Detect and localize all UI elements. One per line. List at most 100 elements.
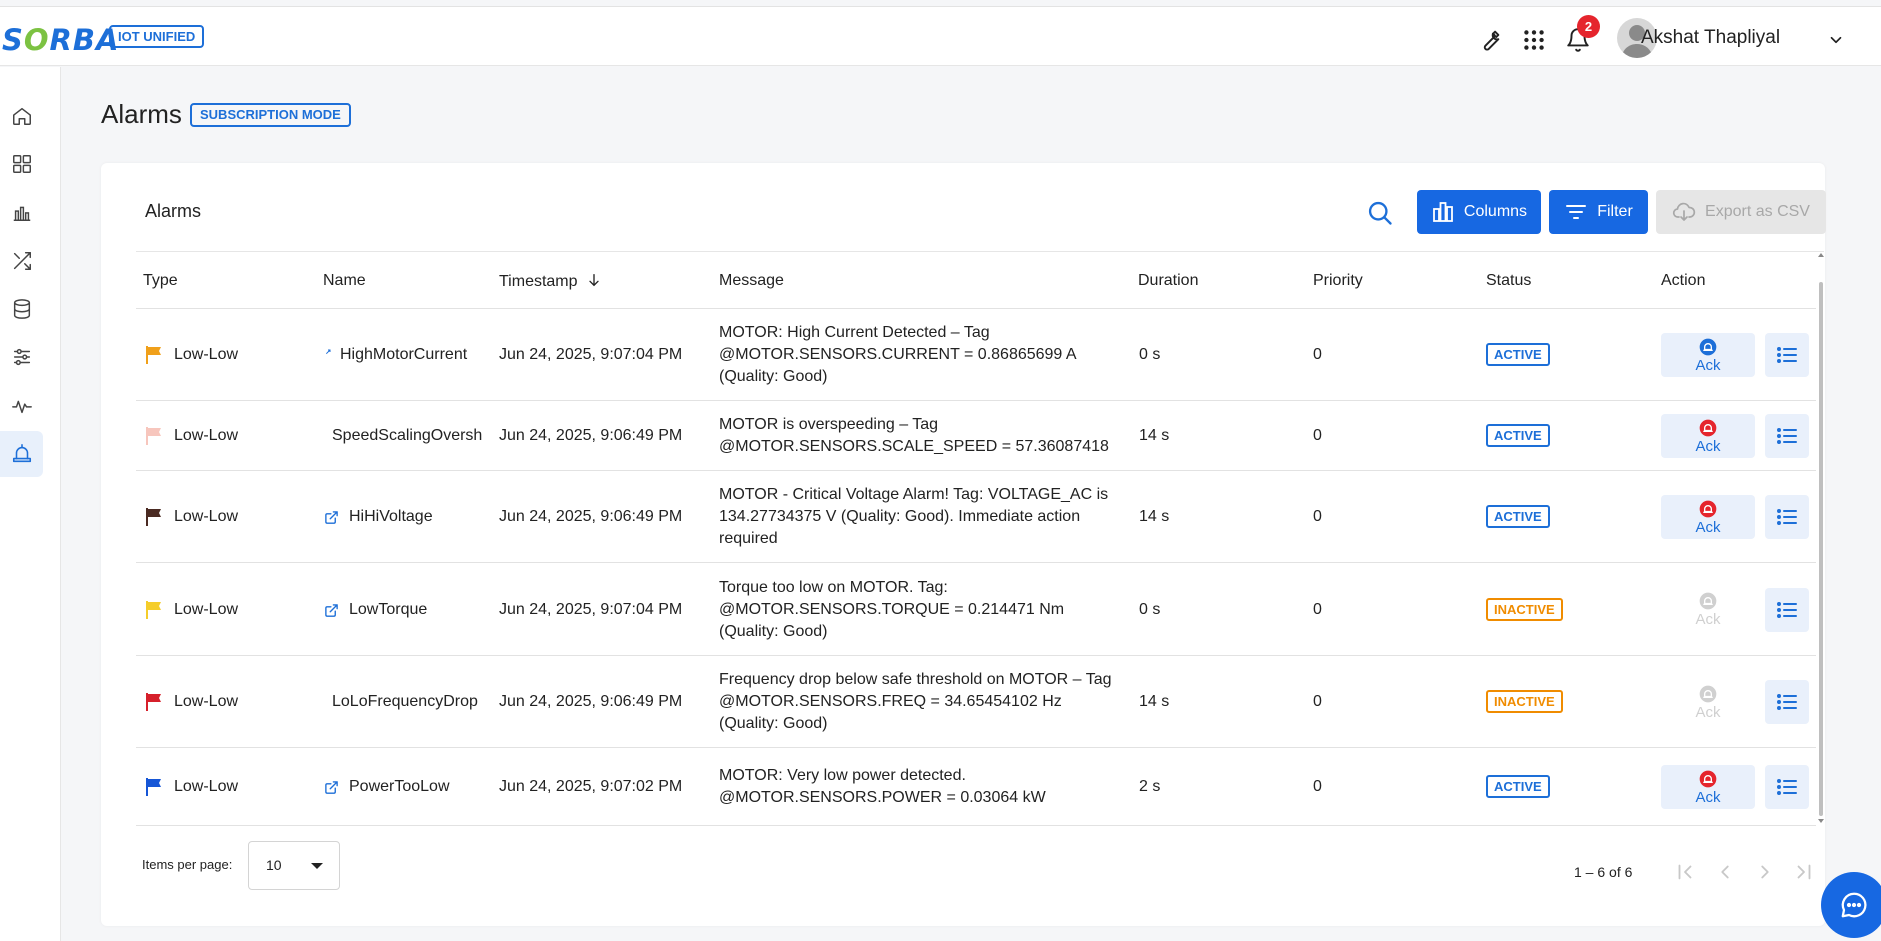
- details-list-button[interactable]: [1765, 414, 1809, 458]
- filter-icon: [1566, 205, 1587, 219]
- alarm-timestamp: Jun 24, 2025, 9:06:49 PM: [499, 693, 683, 710]
- alarm-priority: 0: [1313, 600, 1322, 618]
- external-link-icon[interactable]: [324, 510, 339, 525]
- sidebar-item-data[interactable]: [0, 286, 43, 332]
- external-link-icon[interactable]: [324, 603, 339, 618]
- alarm-ack-icon: [1699, 592, 1717, 610]
- sidebar-item-analytics[interactable]: [0, 189, 43, 235]
- alarm-name[interactable]: LowTorque: [349, 599, 427, 621]
- priority-flag-icon: [146, 693, 161, 711]
- alarm-type: Low-Low: [174, 600, 239, 618]
- ack-button[interactable]: Ack: [1661, 414, 1755, 458]
- details-list-button[interactable]: [1765, 765, 1809, 809]
- header-duration[interactable]: Duration: [1138, 272, 1198, 290]
- header-timestamp-label: Timestamp: [499, 273, 578, 290]
- sidebar-item-flows[interactable]: [0, 238, 43, 284]
- alarm-timestamp: Jun 24, 2025, 9:07:04 PM: [499, 600, 683, 618]
- previous-page-icon[interactable]: [1714, 861, 1736, 883]
- filter-button[interactable]: Filter: [1549, 190, 1648, 234]
- first-page-icon[interactable]: [1674, 861, 1696, 883]
- columns-button[interactable]: Columns: [1417, 190, 1541, 234]
- sidebar-item-alarms[interactable]: [0, 431, 43, 477]
- sorba-logo[interactable]: SORBA: [2, 23, 119, 57]
- sidebar-item-dashboards[interactable]: [0, 141, 43, 187]
- header-timestamp[interactable]: Timestamp: [499, 272, 602, 291]
- details-list-button[interactable]: [1765, 680, 1809, 724]
- details-list-button[interactable]: [1765, 495, 1809, 539]
- table-row[interactable]: Low-Low HiHiVoltage Jun 24, 2025, 9:06:49 …: [136, 471, 1816, 563]
- scroll-up-icon[interactable]: [1817, 251, 1825, 259]
- items-per-page-select[interactable]: 10: [248, 841, 340, 890]
- alarm-timestamp: Jun 24, 2025, 9:06:49 PM: [499, 508, 683, 525]
- list-icon: [1777, 694, 1797, 710]
- table-row[interactable]: Low-Low LowTorque Jun 24, 2025, 9:07:04 PM…: [136, 563, 1816, 656]
- chat-button[interactable]: [1821, 872, 1881, 938]
- scroll-down-icon[interactable]: [1817, 817, 1825, 825]
- user-name[interactable]: Akshat Thapliyal: [1641, 27, 1780, 49]
- alarm-bell-icon: [12, 444, 31, 463]
- chevron-down-icon[interactable]: [1827, 31, 1845, 49]
- alarm-type: Low-Low: [174, 778, 239, 795]
- scroll-thumb[interactable]: [1819, 282, 1823, 816]
- arrow-down-icon[interactable]: [586, 272, 602, 288]
- ack-button[interactable]: Ack: [1661, 588, 1755, 632]
- external-link-icon[interactable]: [324, 780, 339, 795]
- next-page-icon[interactable]: [1754, 861, 1776, 883]
- priority-flag-icon: [146, 346, 161, 364]
- sidebar-item-home[interactable]: [0, 93, 43, 139]
- alarm-name[interactable]: SpeedScalingOversh: [332, 425, 482, 447]
- table-row[interactable]: Low-Low LoLoFrequencyDrop Jun 24, 2025, 9:…: [136, 656, 1816, 748]
- last-page-icon[interactable]: [1793, 861, 1815, 883]
- header-priority[interactable]: Priority: [1313, 272, 1363, 290]
- sidebar-item-monitoring[interactable]: [0, 383, 43, 429]
- alarm-message: MOTOR: Very low power detected. @MOTOR.S…: [719, 767, 1046, 806]
- search-icon[interactable]: [1366, 199, 1394, 227]
- table-row[interactable]: Low-Low HighMotorCurrent Jun 24, 2025, 9:0…: [136, 309, 1816, 401]
- alarm-priority: 0: [1313, 693, 1322, 710]
- header-type[interactable]: Type: [143, 272, 178, 290]
- header-name[interactable]: Name: [323, 272, 366, 290]
- alarm-ack-icon: [1699, 770, 1717, 787]
- alarm-type: Low-Low: [174, 508, 239, 525]
- alarm-timestamp: Jun 24, 2025, 9:07:04 PM: [499, 346, 683, 363]
- items-per-page-value: 10: [266, 857, 282, 873]
- table-row[interactable]: Low-Low PowerTooLow Jun 24, 2025, 9:07:02 …: [136, 748, 1816, 826]
- priority-flag-icon: [146, 508, 161, 526]
- header-status[interactable]: Status: [1486, 272, 1531, 290]
- export-csv-label: Export as CSV: [1705, 203, 1810, 220]
- alarm-duration: 0 s: [1139, 346, 1161, 363]
- table-scrollbar[interactable]: [1817, 251, 1825, 825]
- details-list-button[interactable]: [1765, 587, 1809, 632]
- export-csv-button[interactable]: Export as CSV: [1656, 190, 1826, 234]
- alarm-name[interactable]: HiHiVoltage: [349, 506, 433, 528]
- link-icon[interactable]: [323, 349, 331, 357]
- shuffle-icon: [13, 252, 31, 270]
- header-message[interactable]: Message: [719, 272, 784, 290]
- ack-label: Ack: [1695, 356, 1721, 374]
- table-row[interactable]: Low-Low SpeedScalingOversh Jun 24, 2025, 9…: [136, 401, 1816, 471]
- wrench-icon[interactable]: [1477, 27, 1503, 53]
- alarm-name[interactable]: HighMotorCurrent: [340, 344, 467, 366]
- ack-label: Ack: [1695, 703, 1721, 721]
- ack-button[interactable]: Ack: [1661, 680, 1755, 724]
- top-bar: SORBA IOT UNIFIED 2 Akshat Thapliyal: [0, 6, 1881, 66]
- apps-grid-icon[interactable]: [1521, 27, 1547, 53]
- ack-button[interactable]: Ack: [1661, 333, 1755, 377]
- database-icon: [13, 299, 30, 319]
- ack-button[interactable]: Ack: [1661, 765, 1755, 809]
- sidebar-item-settings[interactable]: [0, 334, 43, 380]
- home-icon: [12, 107, 31, 125]
- ack-label: Ack: [1695, 788, 1721, 806]
- alarm-timestamp: Jun 24, 2025, 9:06:49 PM: [499, 427, 683, 444]
- alarm-message: MOTOR: High Current Detected – Tag @MOTO…: [719, 324, 1076, 385]
- alarm-name[interactable]: PowerTooLow: [349, 776, 450, 798]
- alarm-message: Frequency drop below safe threshold on M…: [719, 671, 1112, 732]
- details-list-button[interactable]: [1765, 333, 1809, 377]
- ack-label: Ack: [1695, 611, 1721, 628]
- alarm-name[interactable]: LoLoFrequencyDrop: [332, 691, 478, 713]
- alarm-ack-icon: [1699, 419, 1717, 436]
- ack-button[interactable]: Ack: [1661, 495, 1755, 539]
- alarm-duration: 0 s: [1139, 600, 1161, 618]
- notification-count-badge: 2: [1577, 15, 1600, 38]
- dashboard-grid-icon: [12, 155, 31, 173]
